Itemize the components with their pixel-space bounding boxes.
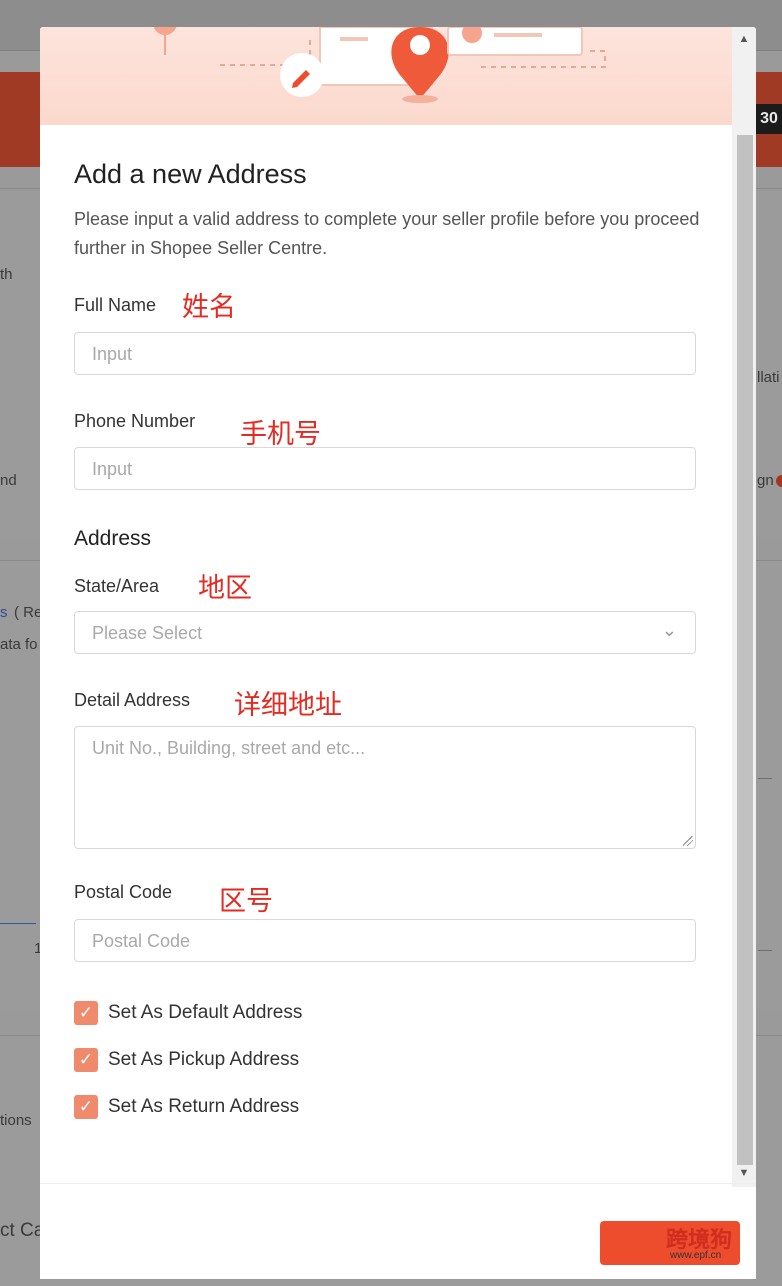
full-name-input[interactable]: Input [74, 332, 696, 375]
watermark-url: www.epf.cn [670, 1250, 722, 1261]
watermark-logo: 跨境狗 www.epf.cn [596, 1212, 776, 1272]
full-name-annotation: 姓名 [182, 292, 236, 323]
detail-address-textarea[interactable]: Unit No., Building, street and etc... [74, 726, 696, 849]
background-text: tions [0, 1112, 32, 1129]
state-area-placeholder: Please Select [92, 623, 203, 643]
phone-number-input[interactable]: Input [74, 447, 696, 490]
detail-address-label: Detail Address [74, 690, 191, 710]
background-text: ata fo [0, 636, 38, 653]
phone-number-placeholder: Input [92, 459, 133, 479]
postal-code-input[interactable]: Postal Code [74, 919, 696, 962]
scroll-thumb[interactable] [737, 135, 753, 1165]
modal-title: Add a new Address [74, 159, 307, 189]
background-divider [758, 950, 772, 951]
scroll-down-icon[interactable]: ▼ [732, 1163, 756, 1183]
postal-code-label: Postal Code [74, 882, 173, 902]
background-divider [758, 778, 772, 779]
default-address-label: Set As Default Address [108, 1002, 303, 1023]
background-text: gn [757, 472, 774, 489]
location-illustration-icon [153, 27, 606, 103]
background-text: s [0, 604, 8, 621]
background-divider [0, 923, 36, 924]
modal-footer-divider [40, 1183, 756, 1184]
background-text: th [0, 266, 13, 283]
postal-code-annotation: 区号 [219, 886, 273, 917]
background-text: nd [0, 472, 17, 489]
state-area-select[interactable]: Please Select ⌄ [74, 611, 696, 654]
detail-address-annotation: 详细地址 [234, 690, 342, 721]
modal-scrollbar[interactable]: ▲ ▼ [732, 27, 756, 1187]
modal-description: Please input a valid address to complete… [74, 209, 700, 258]
state-area-label: State/Area [74, 576, 160, 596]
checkbox-checked-icon[interactable]: ✓ [74, 1001, 98, 1025]
background-timer: 30 [756, 104, 782, 134]
resize-grip-icon[interactable] [683, 836, 693, 846]
full-name-placeholder: Input [92, 344, 133, 364]
header-illustration [40, 27, 732, 125]
background-text: ct Ca [0, 1220, 45, 1241]
return-address-label: Set As Return Address [108, 1096, 300, 1117]
checkbox-checked-icon[interactable]: ✓ [74, 1048, 98, 1072]
scroll-up-icon[interactable]: ▲ [732, 29, 756, 49]
state-area-annotation: 地区 [198, 573, 252, 604]
address-section-title: Address [74, 527, 152, 550]
postal-code-placeholder: Postal Code [92, 931, 191, 951]
background-text: ( Re [14, 604, 43, 621]
phone-number-annotation: 手机号 [240, 419, 321, 450]
detail-address-placeholder: Unit No., Building, street and etc... [92, 738, 366, 758]
background-badge [776, 475, 782, 487]
pickup-address-label: Set As Pickup Address [108, 1049, 300, 1070]
add-address-modal: ▲ ▼ Add a new Address Please input a val… [40, 27, 756, 1279]
phone-number-label: Phone Number [74, 411, 196, 431]
background-text: llati [757, 369, 780, 386]
chevron-down-icon: ⌄ [661, 620, 677, 640]
full-name-label: Full Name [74, 295, 157, 315]
checkbox-checked-icon[interactable]: ✓ [74, 1095, 98, 1119]
